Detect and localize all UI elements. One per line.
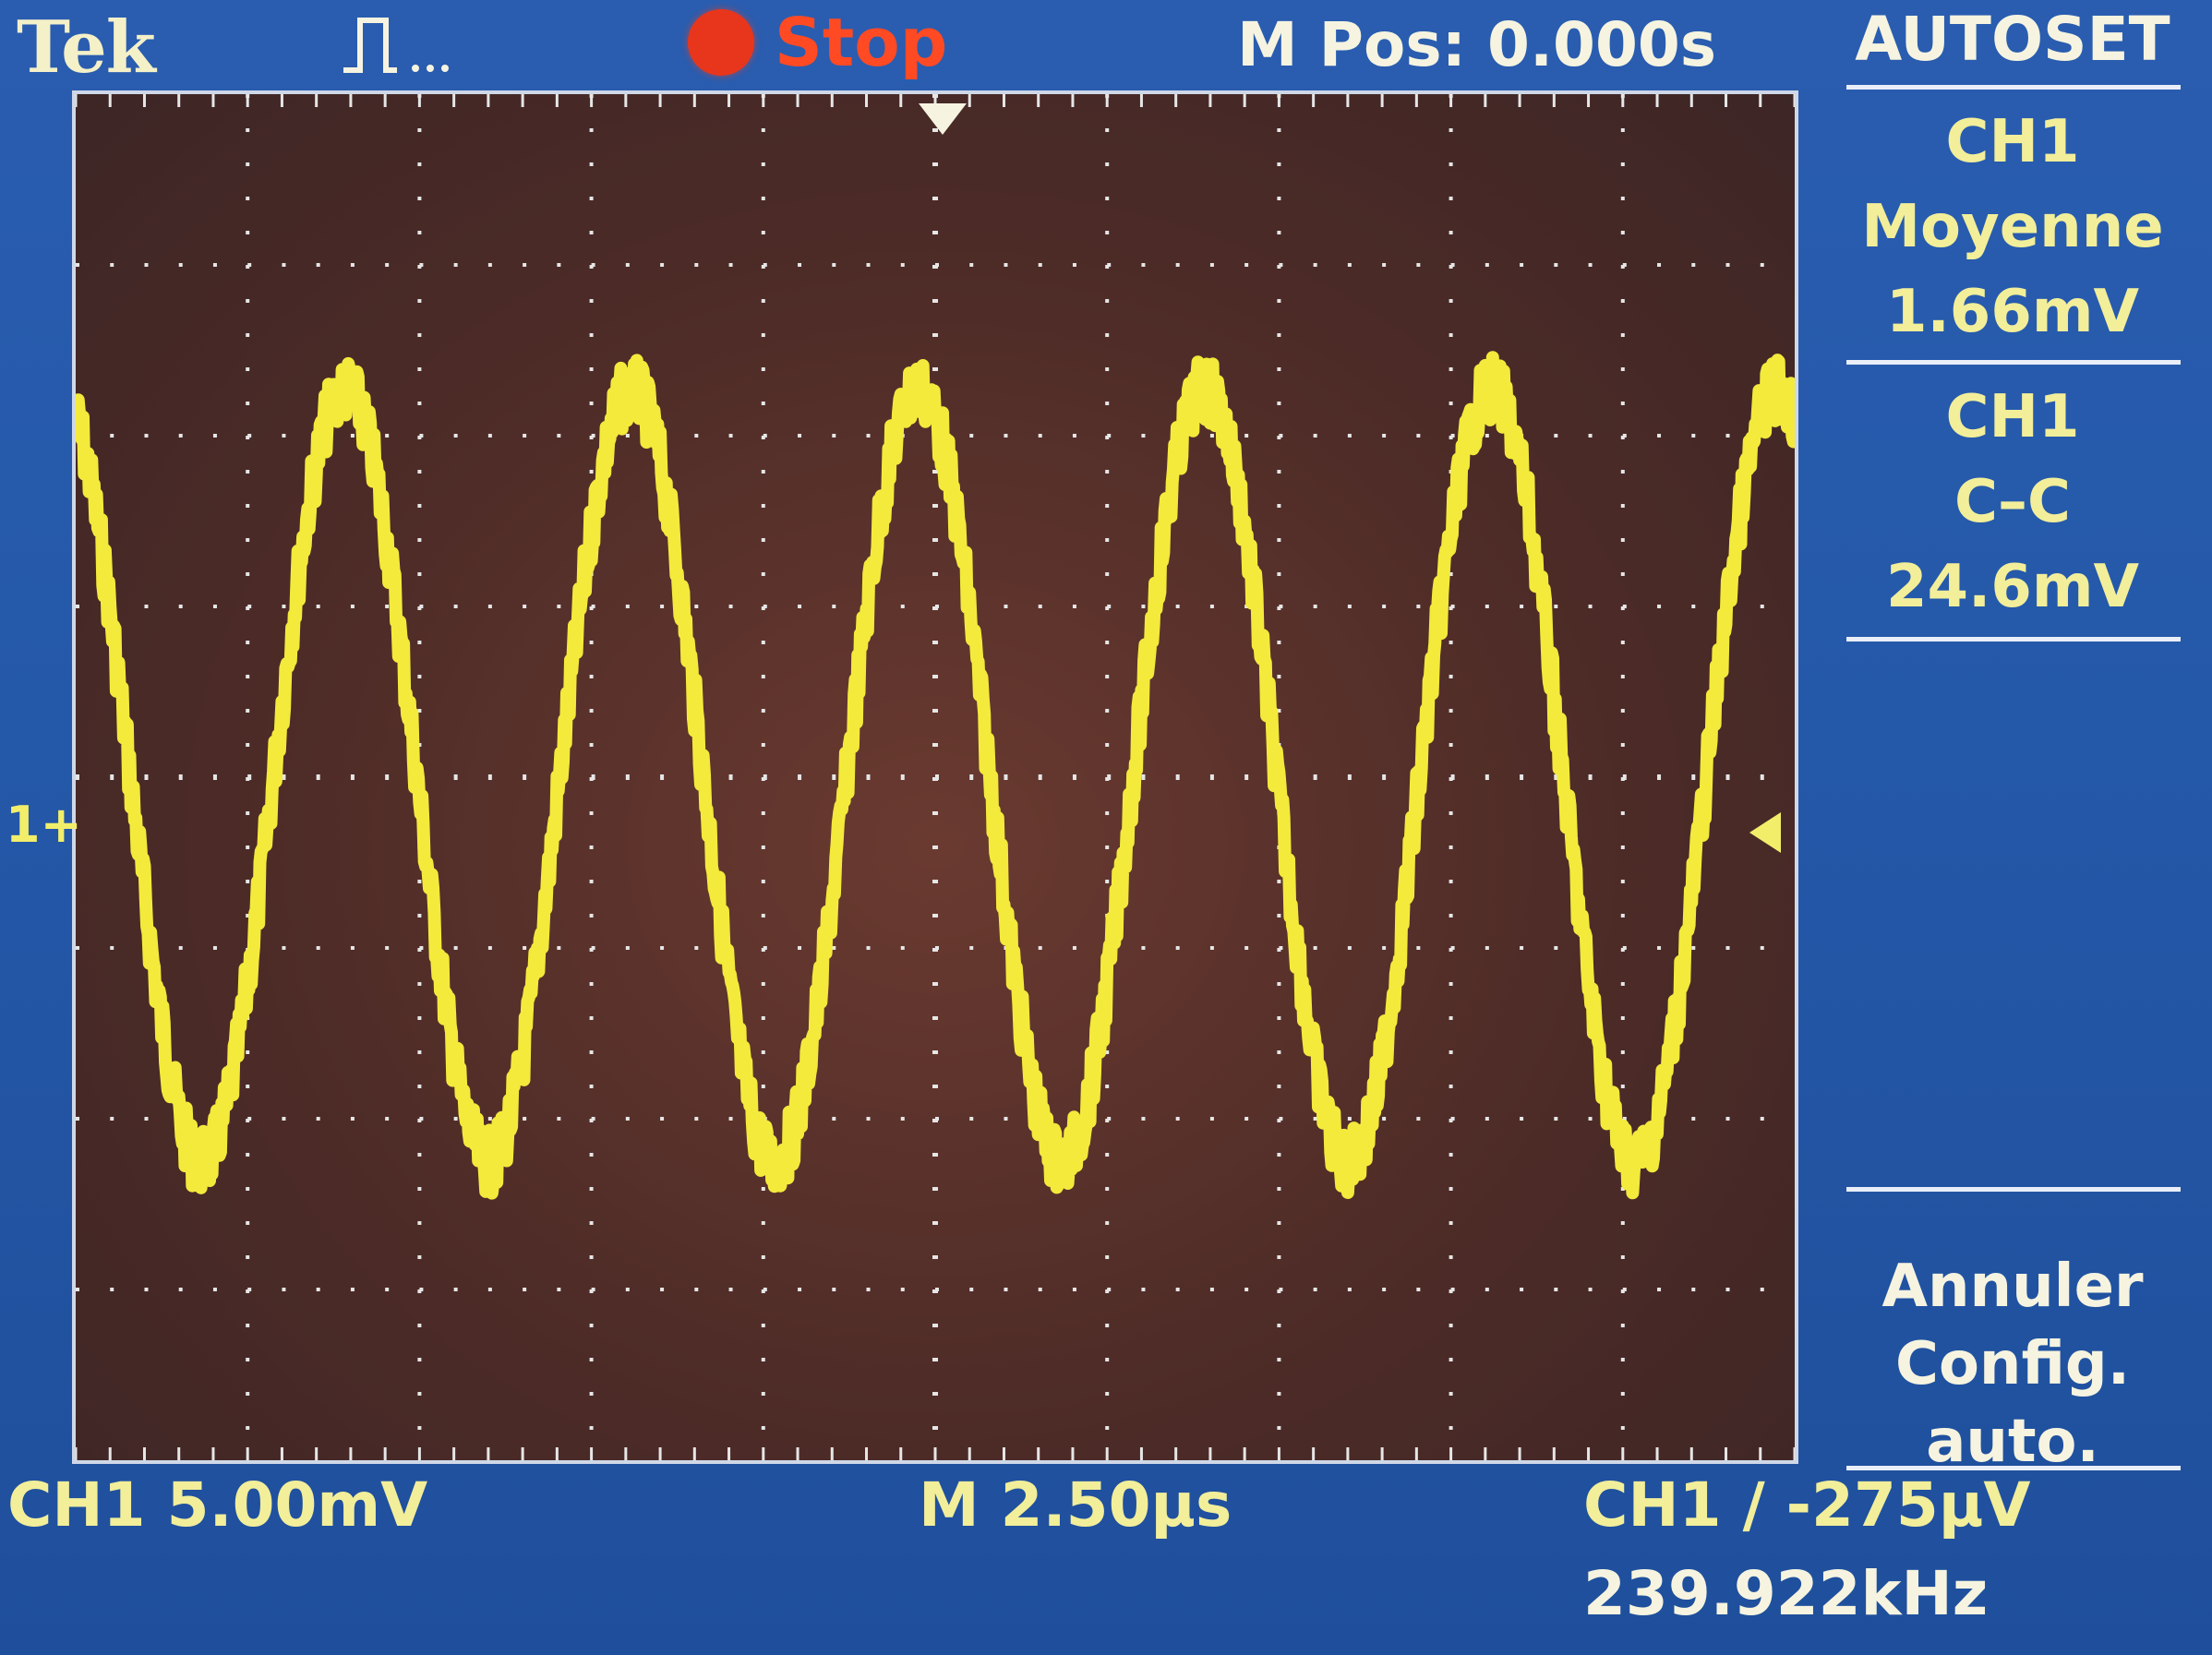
menu-divider <box>1846 360 2181 365</box>
side-menu: AUTOSET CH1 Moyenne 1.66mV CH1 C–C 24.6m… <box>1837 0 2212 1495</box>
autoset-menu-title: AUTOSET <box>1855 4 2170 75</box>
ch1-trace <box>76 351 1795 1200</box>
menu-divider <box>1846 637 2181 642</box>
undo-autoset-button[interactable]: Annuler Config. auto. <box>1837 1248 2188 1481</box>
trigger-position-marker <box>919 103 967 135</box>
measure-pk2pk-source: CH1 <box>1945 383 2080 451</box>
measure-mean-value: 1.66mV <box>1885 278 2140 346</box>
menu-measure-pk2pk[interactable]: CH1 C–C 24.6mV <box>1837 375 2188 630</box>
pulse-waveform-icon <box>343 18 449 73</box>
measure-mean-type: Moyenne <box>1861 193 2164 261</box>
menu-divider <box>1846 1187 2181 1192</box>
trigger-level-marker <box>1749 812 1781 853</box>
horizontal-position-readout: M Pos: 0.000s <box>1237 9 1717 80</box>
oscilloscope-screen: Tek Stop M Pos: 0.000s 1+ AUTOSET CH1 Mo… <box>0 0 2212 1655</box>
trigger-readout: CH1 ∕ -275µV <box>1583 1469 2031 1541</box>
run-state-label: Stop <box>775 4 948 81</box>
run-stop-indicator: Stop <box>688 4 948 81</box>
measure-pk2pk-type: C–C <box>1954 468 2071 536</box>
waveform-graticule <box>76 94 1795 1460</box>
measure-pk2pk-value: 24.6mV <box>1885 553 2140 621</box>
menu-measure-mean[interactable]: CH1 Moyenne 1.66mV <box>1837 100 2188 354</box>
timebase-readout: M 2.50µs <box>919 1469 1232 1541</box>
undo-autoset-label-1: Annuler <box>1881 1253 2144 1321</box>
brand-logo: Tek <box>17 6 156 90</box>
frequency-readout: 239.922kHz <box>1583 1558 1989 1629</box>
ch1-vertical-scale: CH1 5.00mV <box>7 1469 428 1541</box>
menu-divider <box>1846 85 2181 90</box>
ch1-ground-marker: 1+ <box>6 796 82 854</box>
measure-mean-source: CH1 <box>1945 108 2080 176</box>
waveform-display <box>72 90 1798 1464</box>
undo-autoset-label-2: Config. auto. <box>1894 1330 2131 1476</box>
stop-icon <box>688 9 754 76</box>
